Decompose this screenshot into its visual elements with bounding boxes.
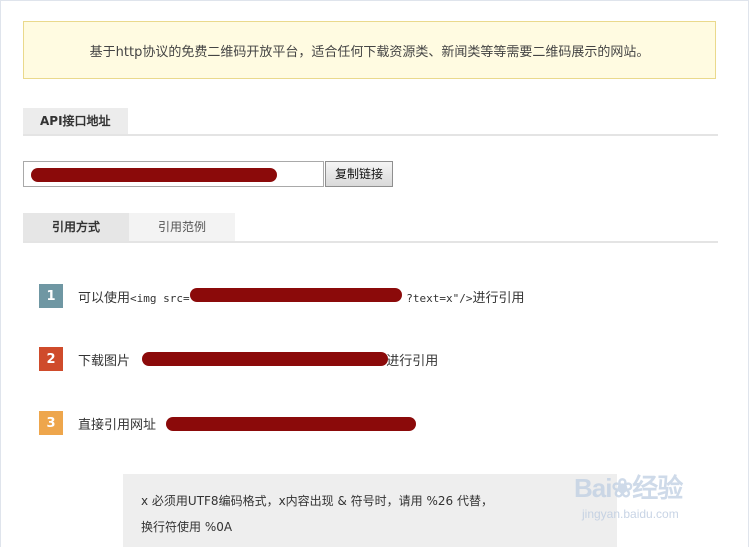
step-1-number: 1 [39, 284, 63, 308]
step-3: 3 直接引用网址 [39, 411, 160, 435]
usage-tabs: 引用方式 引用范例 [23, 213, 235, 241]
redacted-url-step-2 [142, 352, 388, 366]
step-2-suffix: 进行引用 [382, 353, 439, 369]
frame-left-border [0, 1, 1, 547]
step-1-suffix: 进行引用 [472, 290, 525, 306]
step-3-number: 3 [39, 411, 63, 435]
step-1-code-start: <img src=" [130, 291, 197, 305]
tab-usage-example[interactable]: 引用范例 [129, 213, 235, 241]
tab-usage-method[interactable]: 引用方式 [23, 213, 129, 241]
notice-banner: 基于http协议的免费二维码开放平台，适合任何下载资源类、新闻类等等需要二维码展… [23, 21, 716, 79]
api-section-divider [23, 134, 718, 136]
redacted-url-step-1 [190, 288, 402, 302]
note-line-2: 换行符使用 %0A [141, 520, 233, 534]
step-2-number: 2 [39, 347, 63, 371]
redacted-url [31, 168, 277, 182]
step-3-text: 直接引用网址 [78, 414, 160, 433]
notice-text: 基于http协议的免费二维码开放平台，适合任何下载资源类、新闻类等等需要二维码展… [89, 44, 650, 60]
note-box: x 必须用UTF8编码格式，x内容出现 & 符号时，请用 %26 代替， 换行符… [123, 474, 617, 547]
tabs-divider [23, 241, 718, 243]
step-2-prefix: 下载图片 [78, 353, 135, 369]
api-section-title: API接口地址 [23, 108, 128, 134]
step-1-prefix: 可以使用 [78, 290, 131, 306]
copy-link-button[interactable]: 复制链接 [325, 161, 393, 187]
step-3-prefix: 直接引用网址 [78, 417, 161, 433]
step-1-code-end: ?text=x"/> [406, 291, 473, 305]
redacted-url-step-3 [166, 417, 416, 431]
note-line-1: x 必须用UTF8编码格式，x内容出现 & 符号时，请用 %26 代替， [141, 494, 493, 508]
